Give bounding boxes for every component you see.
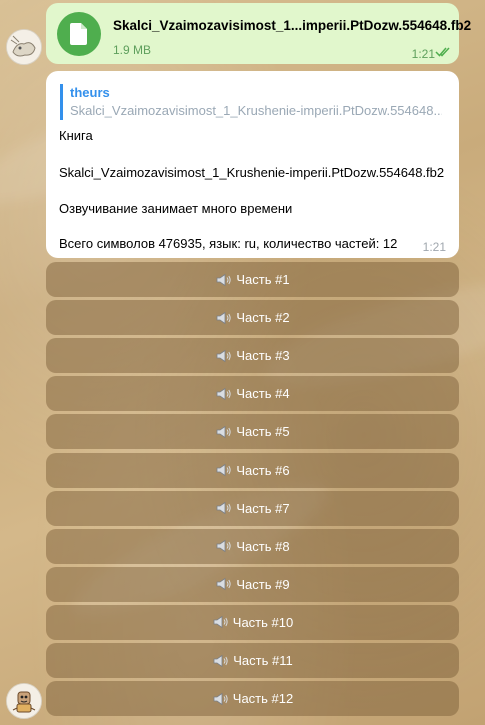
file-name: Skalci_Vzaimozavisimost_1...imperii.PtDo…	[113, 18, 472, 33]
reply-quote[interactable]: theurs Skalci_Vzaimozavisimost_1_Krushen…	[60, 84, 446, 120]
message-time: 1:21	[422, 240, 446, 254]
speaker-icon	[215, 349, 232, 363]
part-button-label: Часть #6	[236, 462, 290, 478]
part-button-label: Часть #2	[236, 310, 290, 326]
speaker-icon	[212, 615, 229, 629]
part-button-label: Часть #12	[232, 691, 294, 707]
bot-avatar-icon	[7, 684, 41, 718]
speaker-icon	[212, 692, 229, 706]
part-button-label: Часть #5	[236, 424, 290, 440]
document-icon[interactable]	[57, 12, 101, 56]
part-button-4[interactable]: Часть #4	[46, 376, 459, 412]
speaker-icon	[215, 387, 232, 401]
part-button-12[interactable]: Часть #12	[46, 681, 459, 717]
part-button-label: Часть #11	[233, 653, 293, 668]
part-button-label: Часть #4	[236, 386, 290, 402]
reply-author: theurs	[70, 85, 110, 100]
part-button-label: Часть #3	[236, 348, 290, 364]
speaker-icon	[215, 577, 232, 591]
part-button-8[interactable]: Часть #8	[46, 528, 459, 564]
part-button-label: Часть #7	[236, 500, 290, 516]
speaker-icon	[215, 273, 232, 287]
part-button-11[interactable]: Часть #11	[46, 643, 459, 678]
part-button-label: Часть #1	[236, 272, 290, 287]
part-button-6[interactable]: Часть #6	[46, 452, 459, 488]
part-button-3[interactable]: Часть #3	[46, 338, 459, 374]
file-size: 1.9 MB	[113, 43, 152, 57]
message-line: Озвучивание занимает много времени	[59, 201, 293, 216]
part-button-2[interactable]: Часть #2	[46, 300, 459, 336]
reply-text: Skalci_Vzaimozavisimost_1_Krushenie-impe…	[70, 103, 442, 118]
speaker-icon	[215, 311, 232, 325]
part-button-label: Часть #8	[236, 538, 290, 554]
message-line: Skalci_Vzaimozavisimost_1_Krushenie-impe…	[59, 165, 445, 180]
part-button-label: Часть #9	[236, 576, 290, 592]
speaker-icon	[212, 654, 229, 668]
bot-avatar[interactable]	[6, 683, 42, 719]
part-button-1[interactable]: Часть #1	[46, 262, 459, 297]
part-button-10[interactable]: Часть #10	[46, 604, 459, 640]
message-line: Книга	[59, 128, 93, 143]
part-button-label: Часть #10	[232, 614, 294, 630]
part-button-5[interactable]: Часть #5	[46, 414, 459, 450]
speaker-icon	[215, 425, 232, 439]
file-message[interactable]: Skalci_Vzaimozavisimost_1...imperii.PtDo…	[46, 3, 471, 64]
message-line: Всего символов 476935, язык: ru, количес…	[59, 236, 398, 251]
message-time: 1:21	[411, 47, 435, 61]
speaker-icon	[215, 539, 232, 553]
bot-message[interactable]: theurs Skalci_Vzaimozavisimost_1_Krushen…	[46, 71, 459, 258]
double-check-icon	[435, 47, 450, 57]
user-avatar[interactable]	[6, 29, 42, 65]
user-avatar-icon	[7, 30, 41, 64]
part-button-7[interactable]: Часть #7	[46, 490, 459, 526]
part-button-9[interactable]: Часть #9	[46, 566, 459, 602]
speaker-icon	[215, 501, 232, 515]
speaker-icon	[215, 463, 232, 477]
